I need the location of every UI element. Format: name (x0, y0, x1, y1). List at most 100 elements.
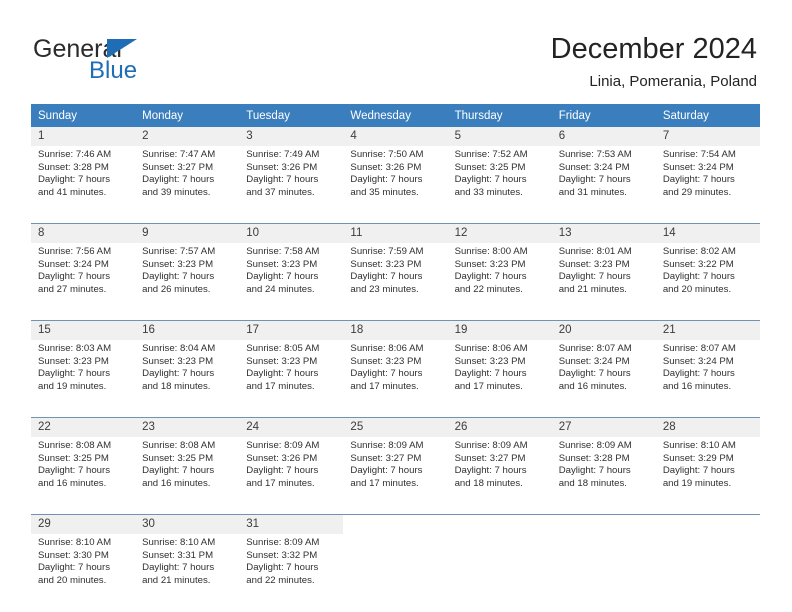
week-daynum-row: 15 16 17 18 19 20 21 (31, 321, 760, 340)
sunrise-text: Sunrise: 7:52 AM (454, 149, 528, 160)
calendar-day-number[interactable]: 18 (343, 321, 448, 340)
calendar-day-details: Sunrise: 7:53 AM Sunset: 3:24 PM Daylight:… (551, 146, 656, 214)
page-subtitle: Linia, Pomerania, Poland (589, 73, 757, 90)
calendar-cell-empty (551, 534, 656, 602)
sunset-text: Sunset: 3:24 PM (662, 355, 734, 367)
calendar-day-number[interactable]: 6 (551, 127, 656, 146)
daylight-text-line2: and 33 minutes. (454, 186, 523, 198)
calendar-cell-empty (343, 534, 448, 602)
calendar-day-number[interactable]: 10 (239, 224, 344, 243)
daylight-text-line1: Daylight: 7 hours (558, 465, 631, 477)
sunrise-text: Sunrise: 8:09 AM (350, 440, 424, 451)
calendar-header-row: Sunday Monday Tuesday Wednesday Thursday… (31, 104, 760, 127)
daylight-text-line2: and 17 minutes. (246, 477, 315, 489)
calendar-day-number[interactable]: 7 (655, 127, 760, 146)
daylight-text-line1: Daylight: 7 hours (38, 174, 110, 186)
daylight-text-line1: Daylight: 7 hours (350, 368, 423, 380)
calendar-cell-empty (551, 515, 656, 534)
daylight-text-line1: Daylight: 7 hours (246, 271, 319, 283)
daylight-text-line2: and 21 minutes. (142, 574, 211, 586)
sunset-text: Sunset: 3:23 PM (38, 355, 109, 367)
calendar-day-number[interactable]: 11 (343, 224, 448, 243)
week-gap-cell (31, 311, 760, 320)
week-daynum-row: 22 23 24 25 26 27 28 (31, 418, 760, 437)
week-gap-cell (31, 408, 760, 417)
calendar-day-details: Sunrise: 8:10 AM Sunset: 3:29 PM Daylight:… (655, 437, 760, 505)
sunset-text: Sunset: 3:28 PM (558, 452, 630, 464)
calendar-day-number[interactable]: 20 (551, 321, 656, 340)
calendar-day-number[interactable]: 22 (31, 418, 136, 437)
daylight-text-line2: and 41 minutes. (38, 186, 107, 198)
weekday-header-saturday: Saturday (655, 104, 760, 127)
week-detail-row: Sunrise: 7:56 AM Sunset: 3:24 PM Daylight:… (31, 243, 760, 311)
calendar-day-details: Sunrise: 8:08 AM Sunset: 3:25 PM Daylight:… (135, 437, 240, 505)
calendar-day-number[interactable]: 13 (551, 224, 656, 243)
sunset-text: Sunset: 3:22 PM (662, 258, 734, 270)
weekday-header-friday: Friday (551, 104, 656, 127)
brand-logo[interactable]: General Blue (33, 36, 293, 92)
week-daynum-row: 1234567 (31, 127, 760, 146)
calendar-day-number[interactable]: 12 (447, 224, 552, 243)
sunset-text: Sunset: 3:23 PM (246, 355, 318, 367)
sunrise-text: Sunrise: 7:50 AM (350, 149, 424, 160)
sunset-text: Sunset: 3:23 PM (454, 258, 526, 270)
calendar-day-number[interactable]: 28 (655, 418, 760, 437)
week-gap (31, 214, 760, 223)
daylight-text-line1: Daylight: 7 hours (246, 465, 319, 477)
calendar-day-number[interactable]: 9 (135, 224, 240, 243)
sunset-text: Sunset: 3:25 PM (454, 161, 526, 173)
sunrise-text: Sunrise: 8:10 AM (142, 537, 216, 548)
daylight-text-line2: and 24 minutes. (246, 283, 315, 295)
daylight-text-line2: and 19 minutes. (38, 380, 107, 392)
calendar-day-number[interactable]: 31 (239, 515, 344, 534)
calendar-day-number[interactable]: 25 (343, 418, 448, 437)
sunrise-text: Sunrise: 8:03 AM (38, 343, 112, 354)
daylight-text-line2: and 35 minutes. (350, 186, 419, 198)
sunrise-text: Sunrise: 8:00 AM (454, 246, 528, 257)
week-daynum-row: 8 9 10 11 12 13 14 (31, 224, 760, 243)
calendar-day-details: Sunrise: 8:03 AM Sunset: 3:23 PM Daylight:… (31, 340, 136, 408)
calendar-day-details: Sunrise: 8:02 AM Sunset: 3:22 PM Daylight:… (655, 243, 760, 311)
daylight-text-line1: Daylight: 7 hours (662, 465, 735, 477)
week-gap-cell (31, 505, 760, 514)
calendar-day-number[interactable]: 29 (31, 515, 136, 534)
weekday-header-thursday: Thursday (447, 104, 552, 127)
calendar-day-number[interactable]: 24 (239, 418, 344, 437)
daylight-text-line1: Daylight: 7 hours (662, 368, 735, 380)
sunrise-text: Sunrise: 8:06 AM (454, 343, 528, 354)
calendar-day-number[interactable]: 3 (239, 127, 344, 146)
calendar-day-number[interactable]: 26 (447, 418, 552, 437)
sunset-text: Sunset: 3:26 PM (246, 452, 318, 464)
sunrise-text: Sunrise: 8:09 AM (454, 440, 528, 451)
week-detail-row: Sunrise: 8:10 AM Sunset: 3:30 PM Daylight:… (31, 534, 760, 602)
sunset-text: Sunset: 3:25 PM (142, 452, 214, 464)
sunrise-text: Sunrise: 8:01 AM (558, 246, 632, 257)
calendar-day-number[interactable]: 17 (239, 321, 344, 340)
calendar-day-number[interactable]: 27 (551, 418, 656, 437)
calendar-day-number[interactable]: 30 (135, 515, 240, 534)
title-block: December 2024 Linia, Pomerania, Poland (551, 32, 757, 92)
calendar-day-details: Sunrise: 7:59 AM Sunset: 3:23 PM Daylight:… (343, 243, 448, 311)
daylight-text-line2: and 16 minutes. (38, 477, 107, 489)
brand-name-blue: Blue (89, 57, 138, 84)
calendar-day-number[interactable]: 4 (343, 127, 448, 146)
calendar-day-number[interactable]: 23 (135, 418, 240, 437)
week-gap-cell (31, 214, 760, 223)
daylight-text-line2: and 18 minutes. (142, 380, 211, 392)
calendar-day-number[interactable]: 15 (31, 321, 136, 340)
calendar-day-number[interactable]: 1 (31, 127, 136, 146)
daylight-text-line2: and 37 minutes. (246, 186, 315, 198)
sunset-text: Sunset: 3:23 PM (142, 258, 214, 270)
calendar-day-number[interactable]: 8 (31, 224, 136, 243)
calendar-day-number[interactable]: 14 (655, 224, 760, 243)
calendar-cell-empty (447, 515, 552, 534)
calendar-day-details: Sunrise: 8:09 AM Sunset: 3:26 PM Daylight:… (239, 437, 344, 505)
daylight-text-line1: Daylight: 7 hours (350, 174, 423, 186)
calendar-day-number[interactable]: 2 (135, 127, 240, 146)
daylight-text-line1: Daylight: 7 hours (246, 368, 319, 380)
calendar-day-number[interactable]: 19 (447, 321, 552, 340)
sunrise-text: Sunrise: 8:09 AM (558, 440, 632, 451)
calendar-day-number[interactable]: 21 (655, 321, 760, 340)
calendar-day-number[interactable]: 16 (135, 321, 240, 340)
calendar-day-number[interactable]: 5 (447, 127, 552, 146)
